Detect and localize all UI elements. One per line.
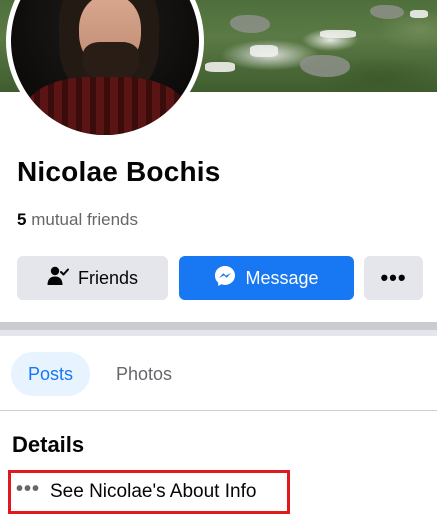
avatar-image: [11, 0, 199, 135]
see-about-info-link[interactable]: ••• See Nicolae's About Info: [8, 470, 290, 514]
message-button-label: Message: [245, 267, 319, 288]
friends-button[interactable]: Friends: [17, 256, 168, 300]
mutual-friends-count: 5: [17, 210, 27, 229]
mutual-friends[interactable]: 5 mutual friends: [17, 210, 138, 230]
mutual-friends-label: mutual friends: [31, 210, 138, 229]
more-options-button[interactable]: •••: [364, 256, 423, 300]
person-check-icon: [47, 266, 69, 291]
profile-avatar[interactable]: [6, 0, 204, 140]
more-dots-icon: •••: [16, 478, 41, 500]
see-about-info-label: See Nicolae's About Info: [50, 481, 257, 502]
tab-posts[interactable]: Posts: [11, 352, 90, 396]
details-heading: Details: [12, 432, 85, 457]
more-horizontal-icon: •••: [380, 265, 407, 290]
tab-photos[interactable]: Photos: [102, 352, 186, 396]
friends-button-label: Friends: [77, 267, 139, 288]
section-separator: [0, 322, 437, 336]
message-button[interactable]: Message: [179, 256, 354, 300]
profile-name: Nicolae Bochis: [17, 156, 221, 187]
tabs-divider: [0, 410, 437, 411]
messenger-icon: [214, 265, 236, 292]
